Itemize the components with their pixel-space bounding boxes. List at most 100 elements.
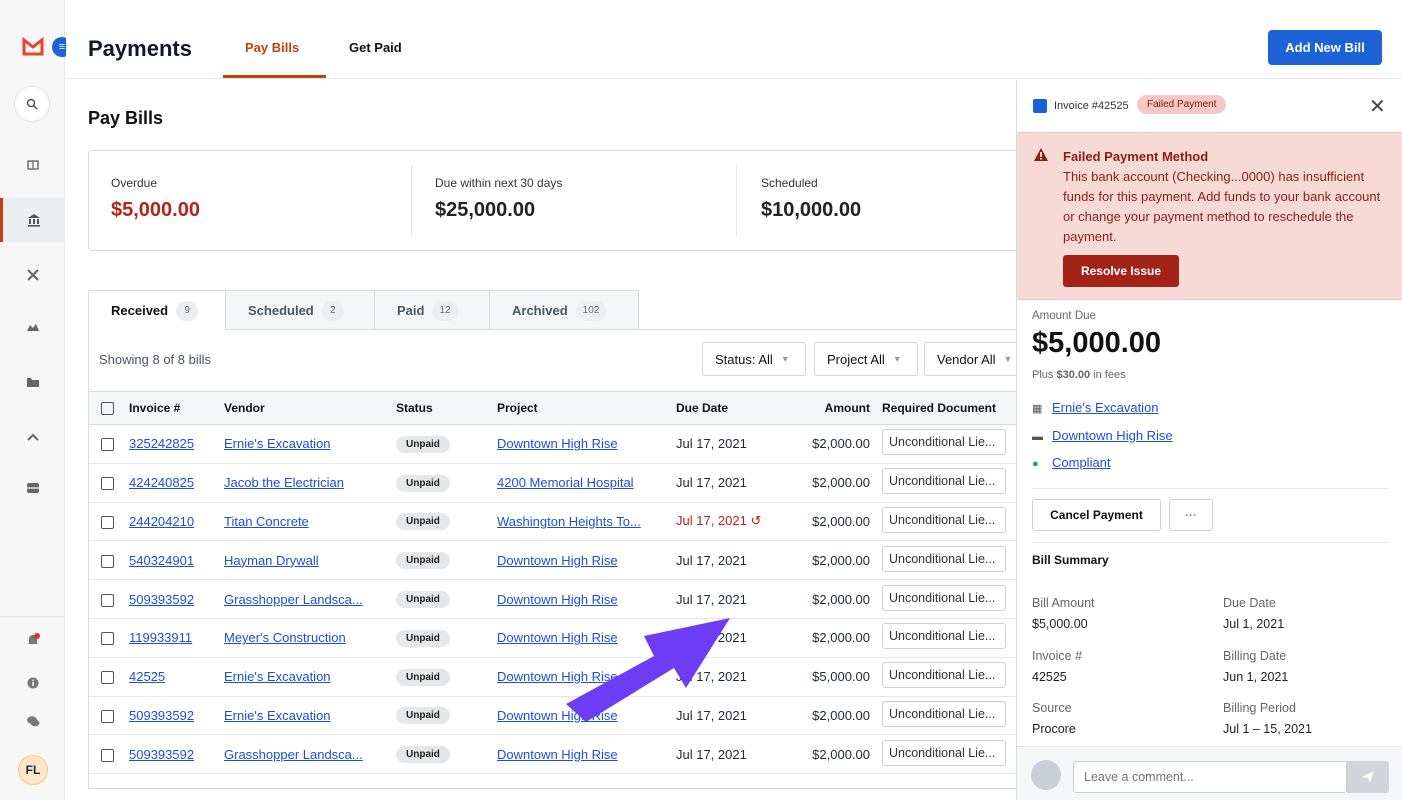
building-icon[interactable] [0,307,65,347]
info-icon[interactable] [0,663,65,703]
status-badge: Unpaid [396,513,450,531]
chat-icon[interactable] [0,701,65,741]
more-actions-button[interactable]: ··· [1169,499,1213,531]
vendor-link[interactable]: Meyer's Construction [224,630,346,645]
col-header-due-date[interactable]: Due Date [670,391,780,425]
table-row[interactable]: 540324901 Hayman Drywall Unpaid Downtown Hi… [89,540,1016,581]
row-checkbox[interactable] [101,438,114,452]
table-row[interactable]: 509393592 Ernie's Excavation Unpaid Downtow… [89,696,1016,736]
resolve-issue-button[interactable]: Resolve Issue [1063,255,1179,287]
row-checkbox[interactable] [101,632,114,646]
inbox-icon[interactable] [0,468,65,508]
compliance-link[interactable]: Compliant [1052,455,1111,470]
required-document-select[interactable]: Unconditional Lie... [882,545,1006,572]
tab-paid[interactable]: Paid 12 [374,290,490,330]
vendor-link[interactable]: Titan Concrete [224,514,309,529]
project-link[interactable]: Washington Heights To... [497,514,641,529]
vendor-link[interactable]: Ernie's Excavation [224,708,331,723]
vendor-cell: Ernie's Excavation [218,424,390,464]
vendor-link[interactable]: Ernie's Excavation [1052,400,1159,415]
invoice-link[interactable]: 42525 [129,669,165,684]
required-document-select[interactable]: Unconditional Lie... [882,506,1006,533]
table-row[interactable]: 424240825 Jacob the Electrician Unpaid 4200… [89,463,1016,503]
row-checkbox[interactable] [101,516,114,530]
table-row[interactable]: 244204210 Titan Concrete Unpaid Washington … [89,502,1016,542]
comment-input[interactable] [1073,761,1347,793]
summary-divider [736,165,737,237]
vendor-link[interactable]: Grasshopper Landsca... [224,747,363,762]
dashboard-icon[interactable] [0,145,65,185]
col-header-amount[interactable]: Amount [780,391,876,425]
required-document-select[interactable]: Unconditional Lie... [882,429,1006,456]
invoice-link[interactable]: 424240825 [129,475,194,490]
status-filter[interactable]: Status: All ▼ [702,342,806,376]
table-row[interactable]: 509393592 Grasshopper Landsca... Unpaid Dow… [89,579,1016,619]
search-icon[interactable] [14,86,50,122]
tab-pay-bills[interactable]: Pay Bills [245,40,299,55]
project-link[interactable]: Downtown High Rise [497,669,618,684]
project-link[interactable]: Downtown High Rise [497,747,618,762]
folder-icon[interactable] [0,362,65,402]
row-checkbox[interactable] [101,593,114,607]
invoice-link[interactable]: 509393592 [129,747,194,762]
vendor-link[interactable]: Ernie's Excavation [224,669,331,684]
required-document-select[interactable]: Unconditional Lie... [882,739,1006,766]
table-row[interactable]: 42525 Ernie's Excavation Unpaid Downtown Hi… [89,657,1016,697]
row-checkbox[interactable] [101,710,114,723]
chevron-up-icon[interactable] [0,417,65,457]
invoice-link[interactable]: 509393592 [129,592,194,607]
project-filter[interactable]: Project All ▼ [814,342,918,376]
row-checkbox[interactable] [101,477,114,491]
project-link[interactable]: Downtown High Rise [1052,428,1173,443]
select-all-checkbox[interactable] [101,402,114,416]
table-row[interactable]: 119933911 Meyer's Construction Unpaid Downt… [89,618,1016,658]
col-header-invoice[interactable]: Invoice # [123,391,218,425]
col-header-status[interactable]: Status [390,391,491,425]
project-link[interactable]: Downtown High Rise [497,553,618,568]
col-header-project[interactable]: Project [491,391,670,425]
add-new-bill-button[interactable]: Add New Bill [1268,30,1382,65]
col-header-required-document[interactable]: Required Document [876,391,1016,425]
vendor-link[interactable]: Ernie's Excavation [224,436,331,451]
vendor-filter[interactable]: Vendor All ▼ [924,342,1016,376]
close-icon[interactable]: ✕ [1369,94,1386,119]
vendor-link[interactable]: Hayman Drywall [224,553,319,568]
required-document-select[interactable]: Unconditional Lie... [882,623,1006,650]
required-document-select[interactable]: Unconditional Lie... [882,584,1006,611]
procore-logo-icon[interactable] [22,36,44,58]
vendor-link[interactable]: Jacob the Electrician [224,475,344,490]
row-checkbox[interactable] [101,554,114,568]
vendor-cell: Hayman Drywall [218,540,390,581]
row-checkbox[interactable] [101,748,114,762]
invoice-link[interactable]: 540324901 [129,553,194,568]
project-link[interactable]: Downtown High Rise [497,592,618,607]
col-header-vendor[interactable]: Vendor [218,391,390,425]
required-document-select[interactable]: Unconditional Lie... [882,468,1006,495]
project-link[interactable]: Downtown High Rise [497,630,618,645]
invoice-link[interactable]: 119933911 [129,630,192,645]
tab-scheduled[interactable]: Scheduled 2 [225,290,375,330]
project-link[interactable]: Downtown High Rise [497,708,618,723]
row-checkbox[interactable] [101,671,114,685]
tools-icon[interactable] [0,255,65,295]
avatar[interactable]: FL [18,755,48,785]
table-row[interactable]: 325242825 Ernie's Excavation Unpaid Downtow… [89,424,1016,464]
required-document-select[interactable]: Unconditional Lie... [882,700,1006,727]
vendor-link[interactable]: Grasshopper Landsca... [224,592,363,607]
invoice-link[interactable]: 244204210 [129,514,194,529]
bank-icon[interactable] [0,198,65,242]
tab-archived[interactable]: Archived 102 [489,290,639,330]
invoice-link[interactable]: 325242825 [129,436,194,451]
project-link[interactable]: 4200 Memorial Hospital [497,475,634,490]
due-date-text: Jul 17, 2021 [676,630,747,646]
tab-received[interactable]: Received 9 [88,290,226,330]
project-link[interactable]: Downtown High Rise [497,436,618,451]
cancel-payment-button[interactable]: Cancel Payment [1032,499,1161,531]
tab-count-badge: 2 [321,300,344,321]
invoice-link[interactable]: 509393592 [129,708,194,723]
required-document-select[interactable]: Unconditional Lie... [882,662,1006,689]
bell-icon[interactable] [0,620,65,660]
table-row[interactable]: 509393592 Grasshopper Landsca... Unpaid Dow… [89,734,1016,775]
send-icon[interactable] [1347,761,1389,793]
tab-get-paid[interactable]: Get Paid [349,40,402,55]
